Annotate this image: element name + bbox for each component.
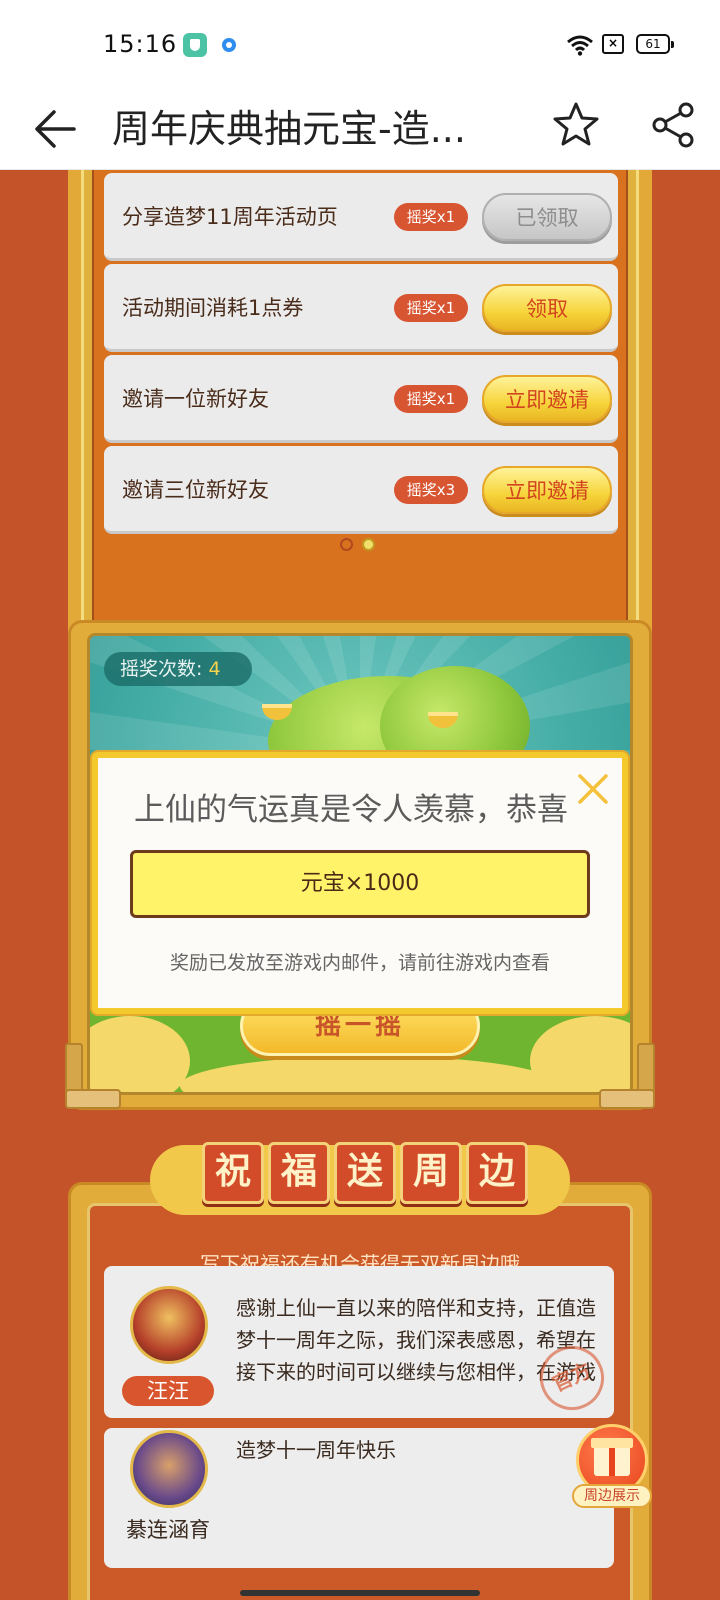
gift-icon: [591, 1438, 633, 1476]
banner-char: 送: [334, 1142, 396, 1204]
share-icon[interactable]: [648, 100, 698, 150]
reward-amount: 元宝×1000: [130, 850, 590, 918]
avatar: [130, 1430, 208, 1508]
banner-char: 福: [268, 1142, 330, 1204]
task-label: 邀请一位新好友: [122, 387, 269, 411]
frame-bracket: [599, 1089, 655, 1109]
dialog-note: 奖励已发放至游戏内邮件，请前往游戏内查看: [169, 952, 550, 974]
status-time: 15:16: [103, 30, 178, 58]
merch-showcase-label: 周边展示: [572, 1484, 652, 1508]
merch-showcase-button[interactable]: 周边展示: [572, 1420, 652, 1508]
draw-count: 摇奖次数: 4: [104, 652, 252, 686]
invite-button[interactable]: 立即邀请: [482, 375, 612, 423]
page-indicator: [340, 538, 380, 554]
task-row: 活动期间消耗1点券 摇奖x1 领取: [104, 264, 618, 352]
status-bar: 15:16 × 61: [0, 0, 720, 88]
task-reward-badge: 摇奖x1: [394, 385, 468, 413]
task-label: 活动期间消耗1点券: [122, 296, 304, 320]
task-label: 分享造梦11周年活动页: [122, 205, 338, 229]
nav-bar: 周年庆典抽元宝-造...: [0, 88, 720, 170]
home-indicator[interactable]: [240, 1590, 480, 1596]
banner-char: 周: [400, 1142, 462, 1204]
reward-dialog: 上仙的气运真是令人羡慕，恭喜 元宝×1000 奖励已发放至游戏内邮件，请前往游戏…: [92, 752, 628, 1014]
message-card[interactable]: 綦连涵育 造梦十一周年快乐: [104, 1428, 614, 1568]
claim-button[interactable]: 领取: [482, 284, 612, 332]
draw-count-label: 摇奖次数:: [120, 658, 203, 680]
invite-button[interactable]: 立即邀请: [482, 466, 612, 514]
app-shield-icon: [183, 33, 207, 57]
avatar: [130, 1286, 208, 1364]
page-dot[interactable]: [340, 538, 353, 551]
wifi-icon: [567, 35, 593, 56]
banner-char: 边: [466, 1142, 528, 1204]
draw-count-value: 4: [208, 658, 221, 680]
task-row: 邀请三位新好友 摇奖x3 立即邀请: [104, 446, 618, 534]
battery-icon: 61: [636, 34, 674, 54]
message-card[interactable]: 汪汪 感谢上仙一直以来的陪伴和支持，正值造梦十一周年之际，我们深表感恩，希望在接…: [104, 1266, 615, 1421]
frame-bracket: [65, 1089, 121, 1109]
task-row: 邀请一位新好友 摇奖x1 立即邀请: [104, 355, 618, 443]
app-dot-icon: [222, 38, 236, 52]
page-title: 周年庆典抽元宝-造...: [112, 107, 466, 151]
message-text: 造梦十一周年快乐: [236, 1438, 396, 1462]
banner-char: 祝: [202, 1142, 264, 1204]
task-row: 分享造梦11周年活动页 摇奖x1 已领取: [104, 173, 618, 261]
task-reward-badge: 摇奖x1: [394, 203, 468, 231]
message-author: 綦连涵育: [126, 1518, 210, 1542]
task-label: 邀请三位新好友: [122, 478, 269, 502]
activity-content: 分享造梦11周年活动页 摇奖x1 已领取 活动期间消耗1点券 摇奖x1 领取 邀…: [0, 170, 720, 1600]
page-dot-active[interactable]: [362, 538, 375, 551]
claimed-button[interactable]: 已领取: [482, 193, 612, 241]
back-arrow-icon[interactable]: [30, 106, 80, 152]
message-author: 汪汪: [122, 1376, 214, 1406]
sim-icon: ×: [602, 34, 624, 54]
dialog-headline: 上仙的气运真是令人羡慕，恭喜: [134, 792, 568, 828]
task-reward-badge: 摇奖x3: [394, 476, 468, 504]
close-icon[interactable]: [576, 772, 610, 806]
task-reward-badge: 摇奖x1: [394, 294, 468, 322]
star-icon[interactable]: [551, 100, 601, 150]
